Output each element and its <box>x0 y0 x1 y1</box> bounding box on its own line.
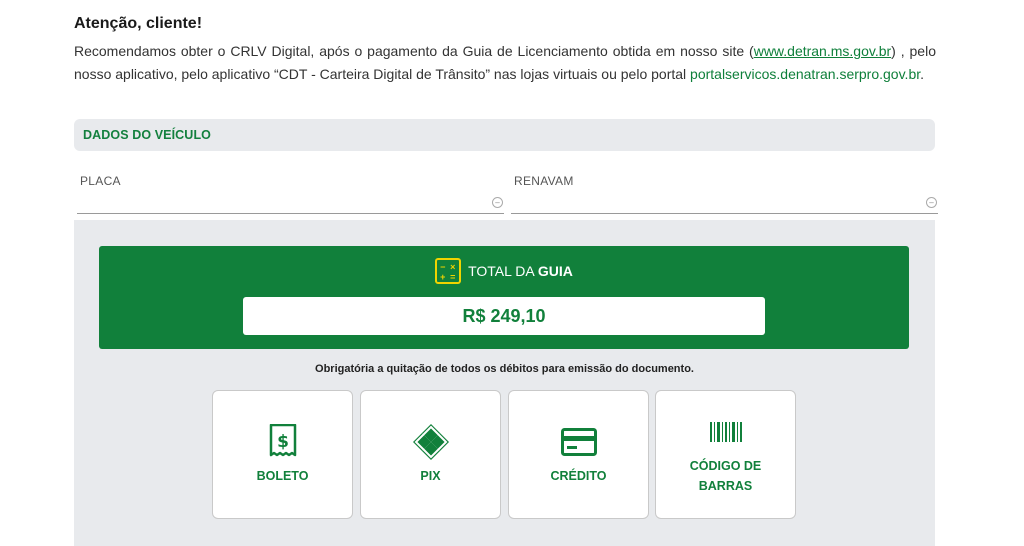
total-header: − × + = TOTAL DA GUIA <box>99 258 909 284</box>
detran-site-link[interactable]: www.detran.ms.gov.br <box>754 43 891 59</box>
calculator-icon: − × + = <box>435 258 462 284</box>
vehicle-data-header: DADOS DO VEÍCULO <box>74 119 935 151</box>
credit-card-icon <box>509 428 648 456</box>
notice-text: Recomendamos obter o CRLV Digital, após … <box>74 40 936 86</box>
placa-input[interactable] <box>77 190 504 212</box>
pix-label: PIX <box>420 469 441 483</box>
codigo-barras-button[interactable]: CÓDIGO DE BARRAS <box>655 390 796 519</box>
boleto-label: BOLETO <box>256 469 309 483</box>
pix-icon <box>361 423 500 461</box>
total-label: TOTAL DA GUIA <box>468 263 573 279</box>
codigo-barras-label: CÓDIGO DE BARRAS <box>656 456 795 496</box>
placa-field[interactable]: PLACA – <box>77 172 504 214</box>
placa-label: PLACA <box>80 174 121 188</box>
svg-text:$: $ <box>277 432 289 452</box>
renavam-label: RENAVAM <box>514 174 574 188</box>
total-value: R$ 249,10 <box>462 305 546 326</box>
portal-servicos-link[interactable]: portalservicos.denatran.serpro.gov.br <box>690 66 920 82</box>
payment-notice: Obrigatória a quitação de todos os débit… <box>315 363 694 375</box>
renavam-info-icon[interactable]: – <box>926 197 937 208</box>
notice-text-part1: Recomendamos obter o CRLV Digital, após … <box>74 43 754 59</box>
codigo-barras-label-line2: BARRAS <box>698 479 753 493</box>
pix-button[interactable]: PIX <box>360 390 501 519</box>
notice-title: Atenção, cliente! <box>74 15 203 32</box>
renavam-field[interactable]: RENAVAM – <box>511 172 938 214</box>
total-value-box: R$ 249,10 <box>243 297 765 335</box>
total-box: − × + = TOTAL DA GUIA R$ 249,10 <box>99 246 909 349</box>
placa-info-icon[interactable]: – <box>492 197 503 208</box>
notice-text-part3: . <box>920 66 925 82</box>
total-label-prefix: TOTAL DA <box>468 263 538 279</box>
boleto-dollar-icon: $ <box>213 424 352 458</box>
renavam-input[interactable] <box>511 190 938 212</box>
vehicle-data-title: DADOS DO VEÍCULO <box>83 128 211 142</box>
credito-label: CRÉDITO <box>550 469 607 483</box>
barcode-icon <box>656 422 795 442</box>
client-notice: Atenção, cliente! Recomendamos obter o C… <box>74 15 936 86</box>
credito-button[interactable]: CRÉDITO <box>508 390 649 519</box>
total-label-bold: GUIA <box>537 263 573 279</box>
boleto-button[interactable]: $ BOLETO <box>212 390 353 519</box>
codigo-barras-label-line1: CÓDIGO DE <box>689 459 762 473</box>
